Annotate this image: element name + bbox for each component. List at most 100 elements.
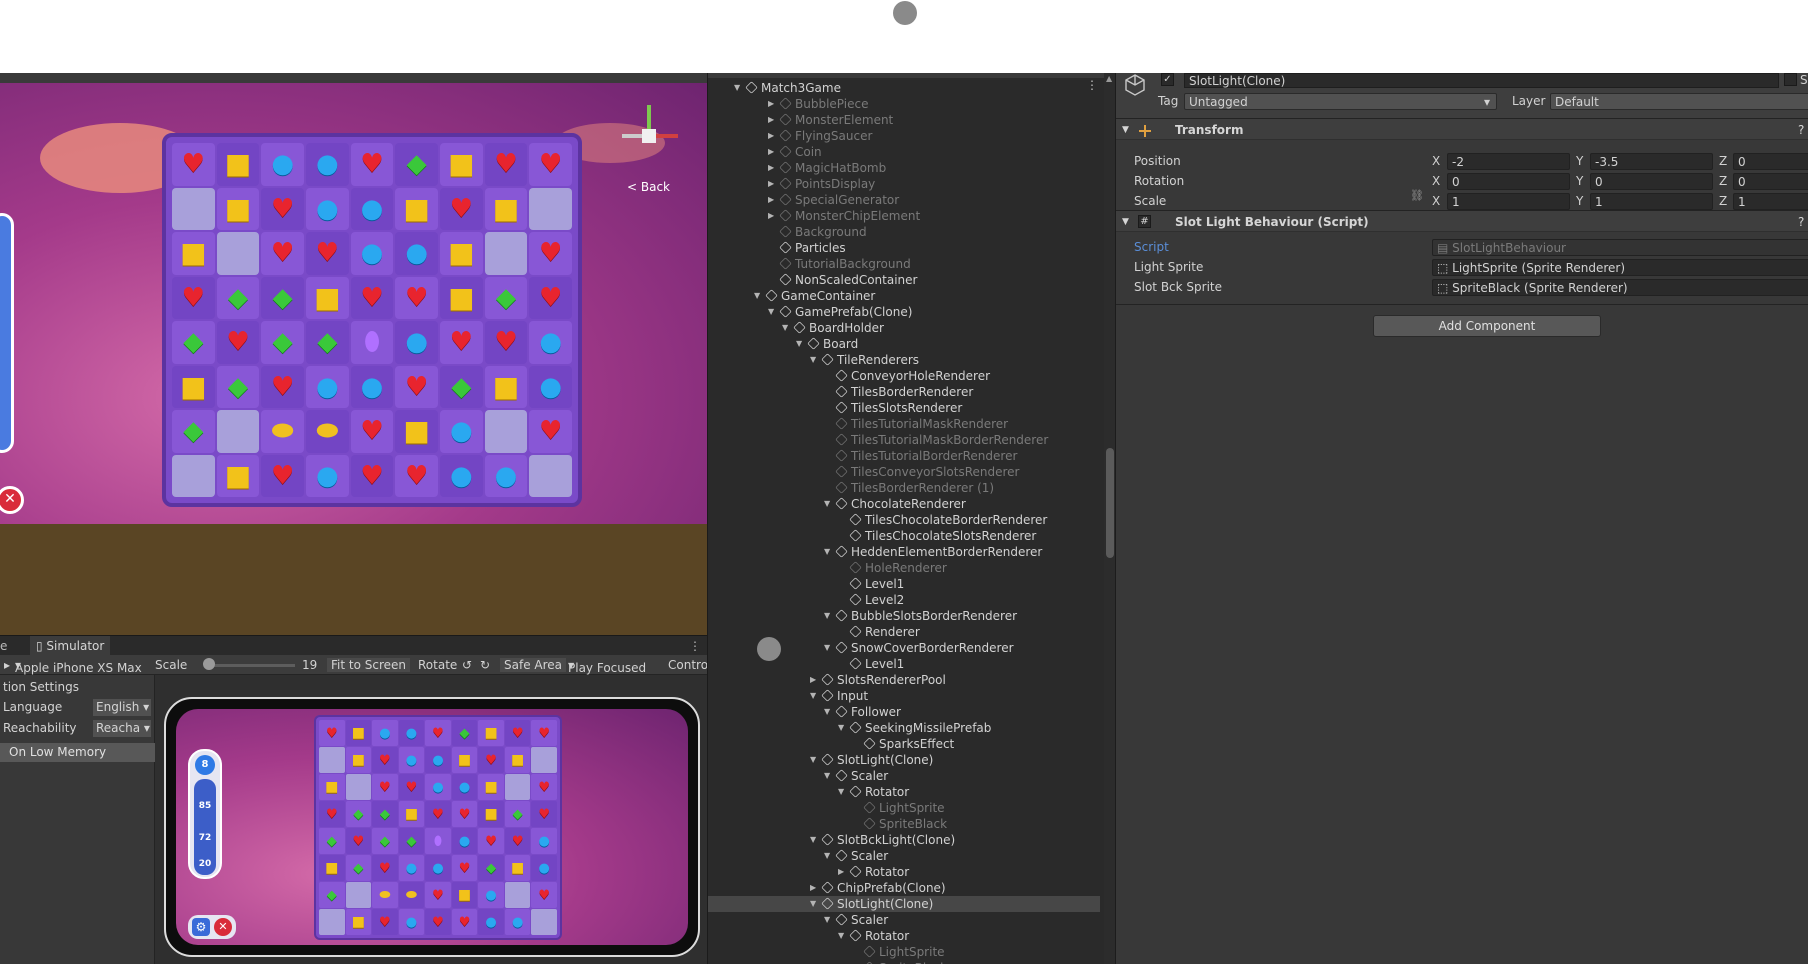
scene-gizmo[interactable]: [620, 99, 680, 159]
board-cell[interactable]: ♥: [484, 143, 528, 186]
hierarchy-row[interactable]: ▼ Scaler: [708, 848, 1100, 864]
board-cell[interactable]: ♥: [350, 454, 394, 497]
board-cell[interactable]: ●: [504, 909, 531, 935]
board-cell[interactable]: ♥: [451, 909, 478, 935]
rotation-y-field[interactable]: 0: [1590, 173, 1713, 190]
board-cell[interactable]: ■: [504, 855, 531, 881]
expand-arrow-down-icon[interactable]: ▼: [838, 784, 848, 800]
hierarchy-row[interactable]: ▶ ChipPrefab(Clone): [708, 880, 1100, 896]
expand-arrow-down-icon[interactable]: ▼: [768, 304, 778, 320]
hierarchy-row[interactable]: ▼ Rotator: [708, 784, 1100, 800]
board-cell[interactable]: ●: [451, 828, 478, 854]
match3-board[interactable]: ♥ ■ ● ● ♥ ◆ ■ ♥ ♥ ■ ♥ ● ● ■ ♥ ■ ■ ♥ ♥ ● ● ■ ♥ ♥ ◆ ◆ ■ ♥ ♥ ■ ◆ ♥ ◆ ♥ ◆ ◆ ⬮ ● ♥ ♥…: [162, 133, 582, 507]
hierarchy-row[interactable]: ▶ BubblePiece: [708, 96, 1100, 112]
board-cell[interactable]: ●: [306, 187, 349, 230]
expand-arrow-down-icon[interactable]: ▼: [838, 928, 848, 944]
kebab-menu-icon[interactable]: ⋮: [689, 636, 701, 656]
control-button[interactable]: Contro: [668, 658, 708, 672]
board-cell[interactable]: ●: [484, 454, 528, 497]
scale-x-field[interactable]: 1: [1447, 193, 1570, 210]
board-cell[interactable]: [345, 882, 372, 908]
scale-slider-knob[interactable]: [203, 658, 215, 670]
board-cell[interactable]: ◆: [172, 410, 215, 453]
rotate-left-icon[interactable]: ↺: [462, 658, 472, 672]
board-cell[interactable]: ●: [398, 909, 425, 935]
hierarchy-row[interactable]: ▼ TileRenderers: [708, 352, 1100, 368]
board-cell[interactable]: ⬬: [398, 882, 425, 908]
scale-label[interactable]: Scale: [1134, 194, 1166, 208]
board-cell[interactable]: ◆: [319, 882, 345, 908]
layer-dropdown[interactable]: Default: [1550, 93, 1808, 110]
board-cell[interactable]: [484, 410, 528, 453]
board-cell[interactable]: ⬮: [350, 321, 394, 364]
board-cell[interactable]: ♥: [425, 882, 451, 908]
board-cell[interactable]: [345, 774, 372, 800]
board-cell[interactable]: ●: [425, 747, 451, 773]
expand-arrow-down-icon[interactable]: ▼: [810, 832, 820, 848]
gizmo-z-axis[interactable]: [622, 134, 642, 138]
board-cell[interactable]: ♥: [531, 720, 557, 746]
low-memory-button[interactable]: On Low Memory: [0, 743, 155, 762]
board-cell[interactable]: ●: [398, 855, 425, 881]
script-component-header[interactable]: ▼ # Slot Light Behaviour (Script) ?: [1116, 210, 1808, 232]
board-cell[interactable]: ◆: [504, 801, 531, 827]
slot-bck-sprite-field[interactable]: ⬚ SpriteBlack (Sprite Renderer): [1432, 279, 1808, 296]
axis-z-label[interactable]: Z: [1719, 194, 1727, 208]
object-name-field[interactable]: SlotLight(Clone): [1184, 73, 1779, 88]
expand-arrow-down-icon[interactable]: ▼: [810, 896, 820, 912]
position-label[interactable]: Position: [1134, 154, 1181, 168]
board-cell[interactable]: ■: [451, 747, 478, 773]
board-cell[interactable]: [504, 882, 531, 908]
device-match3-board[interactable]: ♥ ■ ● ● ♥ ◆ ■ ♥ ♥ ■ ♥ ● ● ■ ♥ ■ ■ ♥ ♥ ● ● ■ ♥ ♥ ◆ ◆ ■ ♥ ♥ ■ ◆ ♥ ◆ ♥ ◆ ◆ ⬮ ● ♥ ♥…: [314, 715, 562, 940]
board-cell[interactable]: ♥: [172, 276, 215, 319]
gizmo-x-axis[interactable]: [656, 134, 678, 138]
board-cell[interactable]: ■: [395, 410, 438, 453]
hierarchy-row[interactable]: SpriteBlack: [708, 816, 1100, 832]
component-enabled-checkbox[interactable]: #: [1138, 215, 1151, 228]
expand-arrow-right-icon[interactable]: ▶: [768, 176, 778, 192]
hierarchy-row[interactable]: ▼ Scaler: [708, 768, 1100, 784]
expand-arrow-down-icon[interactable]: ▼: [824, 848, 834, 864]
board-cell[interactable]: [319, 747, 345, 773]
board-cell[interactable]: ♥: [440, 321, 483, 364]
board-cell[interactable]: ●: [261, 143, 304, 186]
hierarchy-row[interactable]: SpriteBlack: [708, 960, 1100, 964]
board-cell[interactable]: ♥: [216, 321, 260, 364]
board-cell[interactable]: ◆: [478, 855, 504, 881]
hierarchy-row[interactable]: ▶ MonsterElement: [708, 112, 1100, 128]
hierarchy-row[interactable]: ▼ GamePrefab(Clone): [708, 304, 1100, 320]
hierarchy-row[interactable]: TilesTutorialMaskBorderRenderer: [708, 432, 1100, 448]
board-cell[interactable]: [216, 232, 260, 275]
board-cell[interactable]: ●: [425, 855, 451, 881]
hierarchy-row[interactable]: TilesSlotsRenderer: [708, 400, 1100, 416]
scene-toolbar[interactable]: [0, 73, 707, 83]
hierarchy-row[interactable]: ▼ SlotLight(Clone): [708, 752, 1100, 768]
board-cell[interactable]: ◆: [261, 321, 304, 364]
expand-arrow-down-icon[interactable]: ▼: [782, 320, 792, 336]
expand-arrow-right-icon[interactable]: ▶: [810, 880, 820, 896]
hierarchy-row[interactable]: ▼ SlotLight(Clone): [708, 896, 1100, 912]
board-cell[interactable]: ⬬: [306, 410, 349, 453]
position-x-field[interactable]: -2: [1447, 153, 1570, 170]
board-cell[interactable]: ♥: [531, 801, 557, 827]
rotate-right-icon[interactable]: ↻: [480, 658, 490, 672]
board-cell[interactable]: ♥: [261, 365, 304, 408]
board-cell[interactable]: ●: [306, 365, 349, 408]
hierarchy-row[interactable]: TilesChocolateBorderRenderer: [708, 512, 1100, 528]
board-cell[interactable]: ●: [350, 365, 394, 408]
expand-arrow-down-icon[interactable]: ▼: [824, 912, 834, 928]
board-cell[interactable]: ■: [440, 143, 483, 186]
board-cell[interactable]: ■: [478, 720, 504, 746]
axis-y-label[interactable]: Y: [1576, 154, 1583, 168]
board-cell[interactable]: ■: [484, 365, 528, 408]
expand-arrow-down-icon[interactable]: ▼: [796, 336, 806, 352]
rotation-z-field[interactable]: 0: [1733, 173, 1808, 190]
board-cell[interactable]: ◆: [216, 365, 260, 408]
axis-x-label[interactable]: X: [1432, 194, 1440, 208]
board-cell[interactable]: ●: [440, 454, 483, 497]
static-checkbox[interactable]: [1784, 73, 1797, 86]
device-dropdown-arrow-icon[interactable]: ▸: [4, 658, 10, 672]
board-cell[interactable]: ●: [395, 232, 438, 275]
gizmo-y-axis[interactable]: [647, 105, 651, 129]
hierarchy-row[interactable]: ▼ GameContainer: [708, 288, 1100, 304]
